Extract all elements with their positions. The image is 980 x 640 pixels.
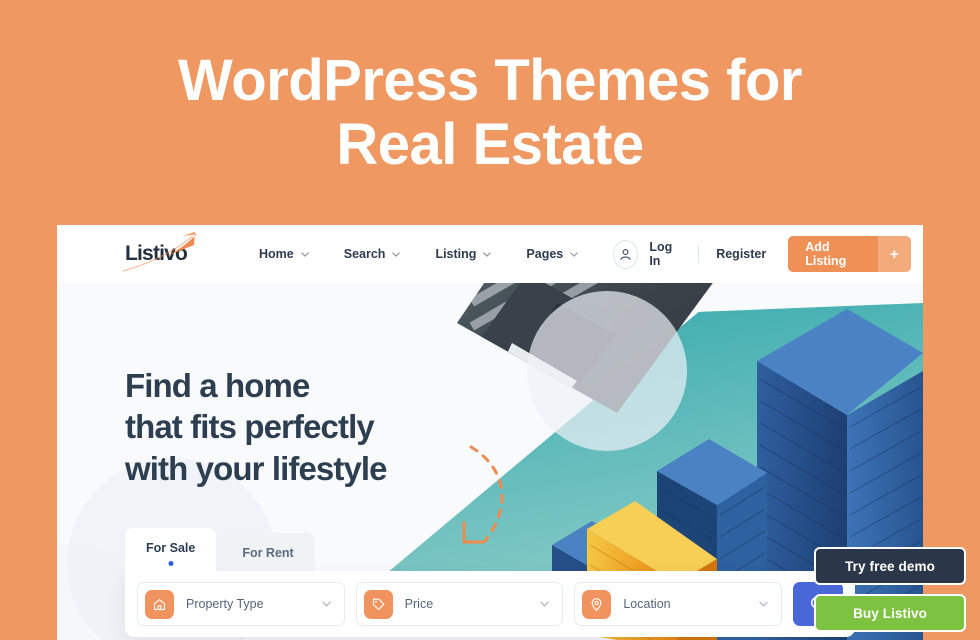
nav-label: Pages bbox=[526, 247, 564, 261]
register-link[interactable]: Register bbox=[716, 247, 766, 261]
hero-heading-line-2: that fits perfectly bbox=[125, 408, 375, 446]
website-preview: Listivo Home Search Listing Pages Log In… bbox=[57, 225, 923, 640]
nav-item-listing[interactable]: Listing bbox=[435, 247, 492, 261]
nav-label: Home bbox=[259, 247, 294, 261]
property-search-widget: For Sale For Rent Property Type Price Lo… bbox=[125, 528, 855, 637]
nav-label: Listing bbox=[435, 247, 477, 261]
chevron-down-icon bbox=[540, 601, 550, 607]
logo-text: Listivo bbox=[125, 242, 188, 265]
property-type-value: Property Type bbox=[186, 597, 264, 611]
price-value: Price bbox=[404, 597, 434, 611]
property-type-select[interactable]: Property Type bbox=[137, 582, 345, 626]
nav-actions: Log In Register Add Listing + bbox=[613, 236, 912, 272]
site-navbar: Listivo Home Search Listing Pages Log In… bbox=[57, 225, 923, 283]
map-pin-icon bbox=[582, 589, 612, 619]
active-tab-indicator bbox=[168, 561, 174, 566]
site-logo[interactable]: Listivo bbox=[121, 232, 217, 276]
chevron-down-icon bbox=[759, 601, 768, 607]
chevron-down-icon bbox=[321, 601, 331, 607]
chevron-down-icon bbox=[392, 251, 401, 257]
hero-heading-line-3: with your lifestyle bbox=[125, 449, 388, 487]
add-listing-button[interactable]: Add Listing + bbox=[788, 236, 912, 272]
price-tag-icon bbox=[363, 589, 393, 619]
tab-for-sale[interactable]: For Sale bbox=[125, 528, 217, 571]
chevron-down-icon bbox=[300, 251, 309, 257]
price-select[interactable]: Price bbox=[355, 582, 564, 626]
hero-heading: Find a home that fits perfectly with you… bbox=[125, 365, 388, 489]
nav-item-home[interactable]: Home bbox=[259, 247, 309, 261]
main-nav: Home Search Listing Pages bbox=[259, 247, 613, 261]
tab-for-rent[interactable]: For Rent bbox=[221, 533, 315, 571]
home-icon bbox=[145, 589, 174, 619]
promo-title-line-2: Real Estate bbox=[336, 111, 644, 177]
nav-item-search[interactable]: Search bbox=[344, 247, 401, 261]
tab-label: For Sale bbox=[146, 541, 196, 555]
location-value: Location bbox=[623, 597, 671, 611]
try-free-demo-button[interactable]: Try free demo bbox=[814, 547, 966, 585]
search-tabs: For Sale For Rent bbox=[125, 528, 855, 571]
promo-title-line-1: WordPress Themes for bbox=[178, 48, 802, 114]
add-listing-label: Add Listing bbox=[788, 236, 878, 272]
search-form: Property Type Price Location bbox=[125, 571, 855, 637]
tab-label: For Rent bbox=[242, 546, 294, 560]
plus-icon: + bbox=[877, 236, 912, 272]
chevron-down-icon bbox=[570, 251, 579, 257]
hero-heading-line-1: Find a home bbox=[125, 367, 310, 404]
buy-listivo-button[interactable]: Buy Listivo bbox=[814, 594, 966, 632]
decorative-circle-secondary bbox=[527, 291, 687, 451]
chevron-down-icon bbox=[483, 251, 492, 257]
promo-banner: WordPress Themes for Real Estate bbox=[0, 0, 980, 225]
nav-label: Search bbox=[343, 247, 386, 261]
location-select[interactable]: Location bbox=[574, 582, 783, 626]
user-icon[interactable] bbox=[613, 239, 639, 269]
login-link[interactable]: Log In bbox=[649, 240, 681, 268]
hero-section: Find a home that fits perfectly with you… bbox=[57, 283, 923, 640]
floating-cta-group: Try free demo Buy Listivo bbox=[814, 547, 966, 632]
nav-divider bbox=[698, 245, 700, 263]
nav-item-pages[interactable]: Pages bbox=[526, 247, 579, 261]
